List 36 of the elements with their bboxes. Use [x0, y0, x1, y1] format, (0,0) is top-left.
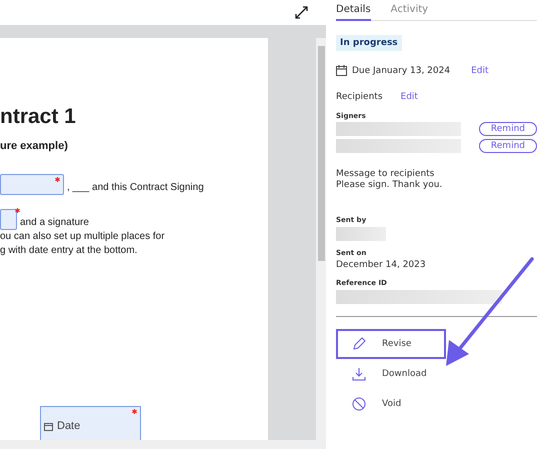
- message-label: Message to recipients: [336, 169, 436, 179]
- calendar-icon: [336, 65, 347, 76]
- document-subtitle: ure example): [0, 140, 69, 152]
- tab[interactable]: Details: [336, 4, 371, 21]
- horizontal-scrollbar[interactable]: [0, 440, 326, 449]
- document-text: and a signature: [20, 216, 89, 230]
- due-date: Due January 13, 2024: [352, 66, 450, 76]
- void-action[interactable]: Void: [336, 389, 446, 419]
- edit-link[interactable]: Edit: [400, 92, 418, 102]
- document-title: ntract 1: [0, 104, 77, 130]
- document-text: g with date entry at the bottom.: [0, 244, 138, 258]
- document-text: ou can also set up multiple places for: [0, 230, 166, 244]
- required-icon: [132, 409, 137, 414]
- download-icon: [352, 367, 366, 381]
- pencil-icon: [352, 337, 366, 351]
- expand-icon[interactable]: [295, 6, 308, 19]
- recipients-label: Recipients: [336, 92, 383, 102]
- download-action[interactable]: Download: [336, 359, 446, 389]
- edit-link[interactable]: Edit: [471, 66, 489, 76]
- redacted-block: [336, 227, 386, 241]
- required-icon: [55, 177, 60, 182]
- status-badge: In progress: [336, 35, 402, 51]
- calendar-icon: [44, 422, 53, 430]
- date-field[interactable]: Date: [40, 406, 141, 440]
- document-text: , ___ and this Contract Signing: [67, 181, 204, 195]
- remind-button[interactable]: Remind: [478, 122, 537, 136]
- signature-field[interactable]: [0, 174, 64, 195]
- message-text: Please sign. Thank you.: [336, 180, 444, 190]
- remind-button[interactable]: Remind: [478, 139, 537, 153]
- tab[interactable]: Activity: [390, 4, 428, 21]
- scrollbar[interactable]: [316, 38, 326, 440]
- required-icon: [15, 208, 20, 213]
- sent-on-date: December 14, 2023: [336, 260, 427, 270]
- initials-field[interactable]: [0, 209, 17, 230]
- prohibited-icon: [352, 397, 366, 411]
- revise-action[interactable]: Revise: [336, 329, 446, 359]
